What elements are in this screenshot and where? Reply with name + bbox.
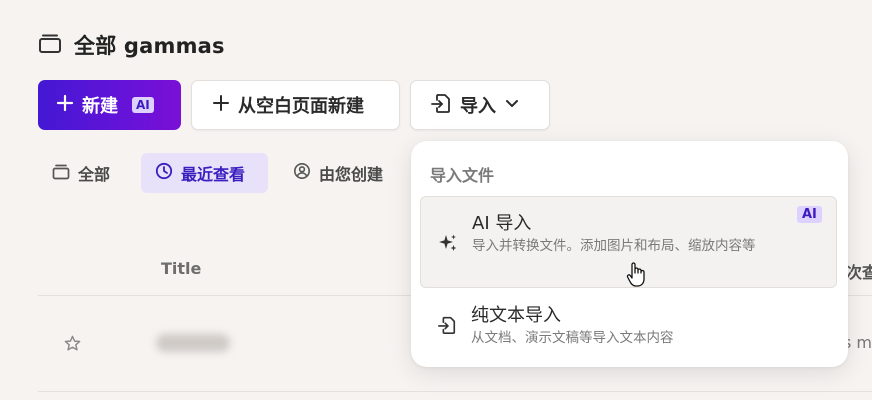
new-blank-page-label: 从空白页面新建: [238, 96, 364, 117]
page-header: 全部 gammas: [38, 30, 225, 60]
ai-badge: AI: [797, 206, 822, 223]
column-header-title[interactable]: Title: [161, 259, 201, 278]
new-button-label: 新建: [82, 96, 118, 117]
stack-icon: [52, 163, 70, 184]
import-dropdown-menu: 导入文件 AI 导入 导入并转换文件。添加图片和布局、缩放内容等 AI 纯文本导…: [411, 141, 848, 367]
sparkle-icon: [438, 233, 458, 257]
menu-item-text-import[interactable]: 纯文本导入 从文档、演示文稿等导入文本内容: [420, 293, 837, 357]
new-button[interactable]: 新建 AI: [38, 80, 181, 130]
text-import-description: 从文档、演示文稿等导入文本内容: [471, 330, 674, 346]
clock-icon: [155, 162, 173, 184]
text-import-title: 纯文本导入: [471, 305, 561, 326]
filter-all-label: 全部: [78, 165, 111, 184]
dropdown-heading: 导入文件: [430, 166, 495, 185]
divider: [38, 391, 872, 392]
hand-cursor-icon: [626, 262, 646, 292]
ai-badge: AI: [132, 97, 154, 113]
import-button-label: 导入: [460, 96, 496, 117]
blurred-row-title[interactable]: [156, 334, 230, 352]
page-title: 全部 gammas: [74, 34, 225, 58]
chevron-down-icon: [504, 95, 520, 116]
column-header-last-viewed[interactable]: 次查: [846, 259, 872, 283]
filter-created-label: 由您创建: [319, 165, 384, 184]
plus-icon: [212, 94, 230, 117]
user-icon: [293, 162, 311, 184]
import-button[interactable]: 导入: [410, 80, 550, 130]
filter-recent-label: 最近查看: [181, 165, 246, 184]
filter-created-by-you[interactable]: 由您创建: [281, 153, 395, 193]
new-blank-page-button[interactable]: 从空白页面新建: [191, 80, 400, 130]
star-icon[interactable]: [63, 334, 82, 357]
filter-all[interactable]: 全部: [40, 153, 122, 193]
ai-import-title: AI 导入: [472, 213, 532, 234]
stack-icon: [38, 32, 62, 58]
filter-recent[interactable]: 最近查看: [141, 153, 268, 193]
plus-icon: [56, 94, 74, 117]
ai-import-description: 导入并转换文件。添加图片和布局、缩放内容等: [472, 238, 756, 254]
import-icon: [437, 315, 457, 339]
import-icon: [430, 92, 452, 119]
